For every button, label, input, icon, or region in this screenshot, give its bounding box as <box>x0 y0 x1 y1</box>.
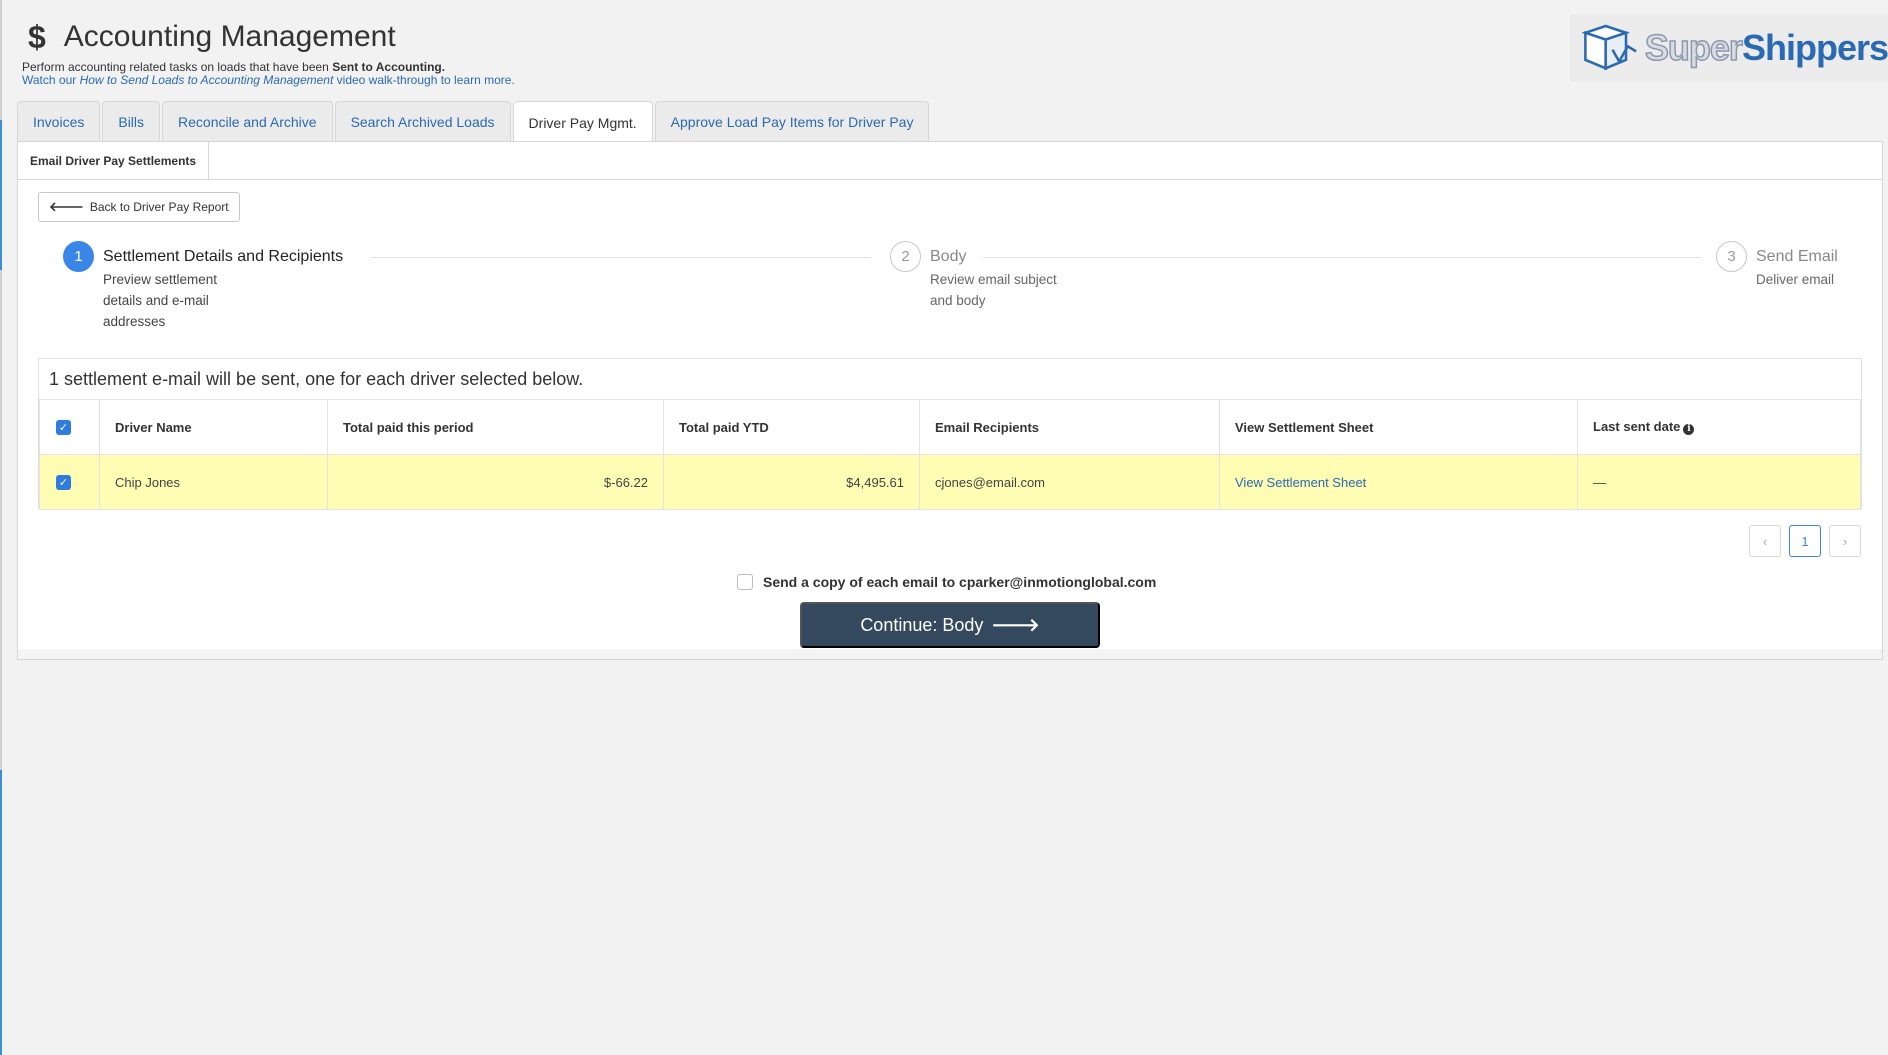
continue-button-label: Continue: Body <box>860 614 984 635</box>
tab-search-archived-loads[interactable]: Search Archived Loads <box>334 101 511 142</box>
send-copy-option[interactable]: Send a copy of each email to cparker@inm… <box>737 574 1156 590</box>
tab-approve-load-pay-items[interactable]: Approve Load Pay Items for Driver Pay <box>654 101 930 142</box>
send-copy-checkbox[interactable] <box>737 574 753 590</box>
step-1-title: Settlement Details and Recipients <box>103 248 344 265</box>
tab-invoices[interactable]: Invoices <box>17 101 101 142</box>
step-3-indicator: 3 <box>1716 241 1747 272</box>
send-copy-label: Send a copy of each email to cparker@inm… <box>763 574 1157 590</box>
email-recipients: cjones@email.com <box>919 454 1220 510</box>
tab-bills[interactable]: Bills <box>102 101 161 142</box>
last-sent-date: — <box>1577 454 1861 510</box>
step-2-indicator: 2 <box>890 241 921 272</box>
wizard-stepper: 1 Settlement Details and Recipients Prev… <box>18 240 1882 340</box>
step-connector <box>983 257 1701 258</box>
info-icon[interactable]: i <box>1683 423 1695 435</box>
row-select-cell: ✓ <box>39 454 100 510</box>
window-left-edge <box>0 0 2 1055</box>
settlement-table: ✓ Driver Name Total paid this period Tot… <box>39 399 1861 510</box>
col-total-paid-period: Total paid this period <box>327 399 664 455</box>
row-checkbox[interactable]: ✓ <box>56 475 71 491</box>
subtitle-bold: Sent to Accounting. <box>332 60 446 74</box>
settlement-table-card: 1 settlement e-mail will be sent, one fo… <box>38 358 1862 510</box>
step-2-description: Review email subject and body <box>930 272 1057 308</box>
step-3-description: Deliver email <box>1756 272 1835 287</box>
arrow-right-icon: 🡒 <box>991 614 1040 635</box>
table-header-row: ✓ Driver Name Total paid this period Tot… <box>39 399 1861 455</box>
subtab-email-driver-pay-settlements[interactable]: Email Driver Pay Settlements <box>18 142 210 180</box>
box-logo-icon <box>1582 24 1637 71</box>
main-tabs: Invoices Bills Reconcile and Archive Sea… <box>17 101 931 143</box>
tab-reconcile-archive[interactable]: Reconcile and Archive <box>162 101 333 142</box>
continue-body-button[interactable]: Continue: Body 🡒 <box>800 602 1100 648</box>
select-all-cell: ✓ <box>39 399 100 455</box>
col-total-paid-ytd: Total paid YTD <box>663 399 920 455</box>
tab-driver-pay-mgmt[interactable]: Driver Pay Mgmt. <box>512 101 653 143</box>
step-connector <box>371 257 871 258</box>
pagination: ‹ 1 › <box>1749 525 1861 557</box>
step-1-description: Preview settlement details and e-mail addr… <box>103 272 218 329</box>
arrow-left-icon: 🡐 <box>49 199 84 214</box>
walkthrough-line: Watch our How to Send Loads to Accountin… <box>22 73 515 87</box>
walkthrough-prefix: Watch our <box>22 73 77 87</box>
step-2-title: Body <box>930 248 967 265</box>
col-last-sent-date: Last sent date i <box>1577 399 1861 455</box>
driver-name: Chip Jones <box>99 454 328 510</box>
step-1-indicator: 1 <box>63 241 94 272</box>
settlement-summary: 1 settlement e-mail will be sent, one fo… <box>49 369 584 389</box>
back-button-label: Back to Driver Pay Report <box>89 200 229 214</box>
col-email-recipients: Email Recipients <box>919 399 1220 455</box>
page-header: $ Accounting Management Perform accounti… <box>0 0 1888 100</box>
edge-accent <box>0 120 2 270</box>
supershippers-logo: SuperShippers <box>1570 14 1888 82</box>
title-row: $ Accounting Management <box>28 20 396 54</box>
edge-accent <box>0 770 2 1055</box>
walkthrough-video-link[interactable]: How to Send Loads to Accounting Manageme… <box>80 73 334 87</box>
subtitle-text: Perform accounting related tasks on load… <box>22 60 329 74</box>
subtab-bar: Email Driver Pay Settlements <box>18 142 1882 180</box>
page-subtitle: Perform accounting related tasks on load… <box>22 60 445 74</box>
table-row: ✓ Chip Jones $-66.22 $4,495.61 cjones@em… <box>39 454 1861 510</box>
total-paid-ytd: $4,495.61 <box>663 454 920 510</box>
step-3-title: Send Email <box>1756 248 1838 265</box>
total-paid-period: $-66.22 <box>327 454 664 510</box>
logo-wordmark: SuperShippers <box>1644 26 1888 69</box>
panel-footer <box>18 649 1882 659</box>
select-all-checkbox[interactable]: ✓ <box>56 420 71 436</box>
pagination-prev-button[interactable]: ‹ <box>1749 525 1781 557</box>
view-settlement-sheet-link[interactable]: View Settlement Sheet <box>1235 475 1366 490</box>
col-view-settlement-sheet: View Settlement Sheet <box>1219 399 1578 455</box>
wizard-content: 🡐 Back to Driver Pay Report 1 Settlement… <box>18 180 1882 651</box>
col-driver-name: Driver Name <box>99 399 328 455</box>
walkthrough-suffix: video walk-through to learn more. <box>336 73 515 87</box>
page-title: Accounting Management <box>63 20 396 53</box>
view-settlement-sheet-cell: View Settlement Sheet <box>1219 454 1578 510</box>
pagination-page-1[interactable]: 1 <box>1789 525 1821 557</box>
dollar-icon: $ <box>28 19 46 55</box>
back-to-driver-pay-report-button[interactable]: 🡐 Back to Driver Pay Report <box>38 192 240 222</box>
pagination-next-button[interactable]: › <box>1829 525 1861 557</box>
main-panel: Email Driver Pay Settlements 🡐 Back to D… <box>17 141 1883 660</box>
